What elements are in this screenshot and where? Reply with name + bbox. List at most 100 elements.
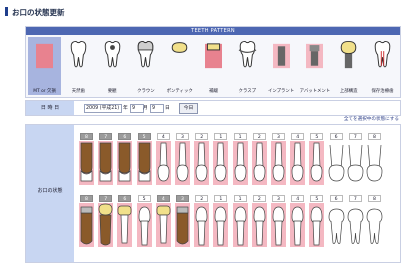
tooth-chart: お口の状態 87654321123456788765432112345678 [25,124,401,263]
lower-tooth-cell[interactable]: 4 [155,195,172,247]
tool-missing-tooth[interactable]: MT or 欠損 [28,37,61,95]
tool-label: 天然歯 [71,89,85,94]
tooth-number: 3 [176,195,189,202]
tooth-number: 8 [80,195,93,202]
tooth-number: 5 [310,133,324,140]
lower-tooth-cell[interactable]: 7 [97,195,114,247]
tool-pontic-tooth[interactable]: ポンティック [163,37,196,95]
tooth-number: 2 [195,133,209,140]
tooth-number: 5 [137,195,151,202]
upper-tooth-cell[interactable]: 8 [366,133,383,185]
tool-implant[interactable]: インプラント [265,37,298,95]
tooth-number: 8 [368,133,381,140]
tool-label: クラスプ [238,89,257,94]
lower-tooth-cell[interactable]: 5 [136,195,153,247]
upper-tooth-cell[interactable]: 6 [328,133,345,185]
tooth-number: 7 [99,133,113,140]
tooth-number: 6 [118,133,132,140]
teeth-pattern-palette: TEETH PATTERN MT or 欠損 天然歯 要観 クラウン ポンティック 補綴 ク… [25,26,401,98]
tool-label: 要観 [107,89,117,94]
day-unit: 日 [165,106,170,111]
title-bar: お口の状態更新 [5,4,401,18]
lower-tooth-cell[interactable]: 8 [78,195,95,247]
tooth-number: 6 [329,195,343,202]
tool-label: アバットメント [299,89,331,94]
tooth-number: 4 [291,195,305,202]
today-button[interactable]: 今日 [179,103,198,114]
tooth-number: 2 [195,195,209,202]
date-row: 日 時 日 2009 (平成21) 年 9 月 9 日 今日 [25,100,401,116]
tool-treated-tooth[interactable]: 保存治療歯 [366,37,399,95]
tool-label: MT or 欠損 [33,89,56,94]
upper-tooth-cell[interactable]: 8 [78,133,95,185]
tool-clasp-tooth[interactable]: クラスプ [231,37,264,95]
lower-tooth-cell[interactable]: 3 [174,195,191,247]
tool-natural-tooth[interactable]: 天然歯 [62,37,95,95]
tool-caries-tooth[interactable]: 要観 [96,37,129,95]
upper-tooth-cell[interactable]: 6 [116,133,133,185]
tool-label: 上部構造 [339,89,358,94]
lower-tooth-cell[interactable]: 4 [289,195,306,247]
upper-tooth-cell[interactable]: 5 [308,133,325,185]
tooth-number: 5 [310,195,324,202]
tooth-number: 1 [214,195,228,202]
tooth-number: 5 [137,133,151,140]
tooth-number: 1 [233,195,247,202]
upper-tooth-cell[interactable]: 4 [155,133,172,185]
chart-label: お口の状態 [37,188,63,194]
upper-tooth-cell[interactable]: 1 [212,133,229,185]
tool-label: 保存治療歯 [371,89,394,94]
upper-tooth-cell[interactable]: 2 [193,133,210,185]
month-select[interactable]: 9 [130,104,144,113]
chart-label-cell: お口の状態 [26,125,74,262]
upper-tooth-cell[interactable]: 3 [174,133,191,185]
lower-tooth-cell[interactable]: 1 [232,195,249,247]
lower-tooth-cell[interactable]: 8 [366,195,383,247]
month-unit: 月 [143,106,148,111]
select-all-link[interactable]: 全てを選択中の状態にする [25,116,399,122]
tooth-number: 3 [272,195,285,202]
tooth-number: 3 [176,133,189,140]
date-label: 日 時 日 [26,101,74,115]
tooth-number: 7 [348,133,362,140]
lower-tooth-cell[interactable]: 2 [251,195,268,247]
tool-filling-tooth[interactable]: 補綴 [197,37,230,95]
tooth-number: 2 [252,195,266,202]
tooth-number: 8 [368,195,381,202]
upper-tooth-cell[interactable]: 7 [347,133,364,185]
tooth-number: 1 [214,133,228,140]
title-accent [5,7,8,16]
tooth-number: 4 [156,133,170,140]
tool-abutment[interactable]: アバットメント [298,37,331,95]
tooth-number: 4 [156,195,170,202]
tool-label: 補綴 [209,89,218,94]
tool-label: ポンティック [166,89,193,94]
tool-superstructure[interactable]: 上部構造 [332,37,365,95]
upper-tooth-cell[interactable]: 5 [136,133,153,185]
tooth-number: 6 [118,195,132,202]
upper-tooth-cell[interactable]: 4 [289,133,306,185]
lower-tooth-cell[interactable]: 6 [116,195,133,247]
lower-tooth-cell[interactable]: 5 [308,195,325,247]
upper-tooth-cell[interactable]: 3 [270,133,287,185]
year-unit: 年 [123,106,128,111]
day-select[interactable]: 9 [150,104,164,113]
tooth-number: 4 [291,133,305,140]
upper-tooth-cell[interactable]: 1 [232,133,249,185]
tool-crown-tooth[interactable]: クラウン [129,37,162,95]
tooth-number: 7 [348,195,362,202]
tool-label: クラウン [137,89,155,94]
lower-tooth-cell[interactable]: 2 [193,195,210,247]
lower-tooth-cell[interactable]: 3 [270,195,287,247]
palette-title: TEETH PATTERN [26,27,400,35]
page-title: お口の状態更新 [12,8,65,17]
tooth-number: 2 [252,133,266,140]
upper-tooth-cell[interactable]: 2 [251,133,268,185]
tool-label: インプラント [267,89,295,94]
lower-tooth-cell[interactable]: 7 [347,195,364,247]
tooth-number: 7 [99,195,113,202]
year-select[interactable]: 2009 (平成21) [84,104,122,113]
lower-tooth-cell[interactable]: 1 [212,195,229,247]
upper-tooth-cell[interactable]: 7 [97,133,114,185]
lower-tooth-cell[interactable]: 6 [328,195,345,247]
